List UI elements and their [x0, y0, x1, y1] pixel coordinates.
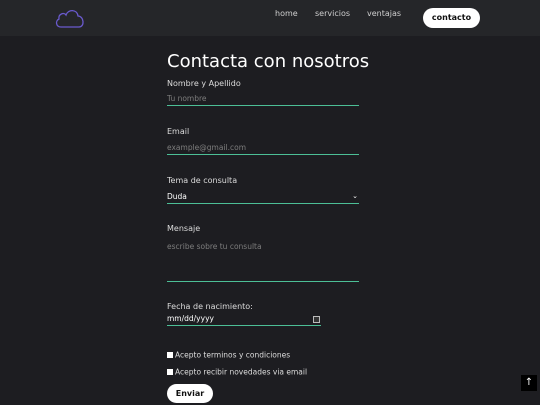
- email-input[interactable]: example@gmail.com: [167, 143, 359, 155]
- terms-checkbox[interactable]: [167, 352, 173, 358]
- calendar-icon[interactable]: [313, 316, 320, 323]
- message-label: Mensaje: [167, 224, 201, 233]
- name-label: Nombre y Apellido: [167, 79, 241, 88]
- cloud-icon[interactable]: [54, 7, 86, 29]
- birthdate-label: Fecha de nacimiento:: [167, 302, 253, 311]
- newsletter-checkbox-row[interactable]: Acepto recibir novedades via email: [167, 367, 307, 377]
- topic-selected-value: Duda: [167, 192, 187, 201]
- terms-checkbox-row[interactable]: Acepto terminos y condiciones: [167, 350, 290, 360]
- arrow-up-icon[interactable]: ↑: [521, 375, 537, 391]
- terms-label: Acepto terminos y condiciones: [175, 350, 291, 360]
- chevron-down-icon: ⌄: [352, 192, 358, 200]
- topic-label: Tema de consulta: [167, 176, 238, 185]
- navbar: home servicios ventajas contacto: [0, 0, 540, 36]
- email-label: Email: [167, 127, 190, 136]
- submit-button[interactable]: Enviar: [167, 384, 213, 403]
- page-title: Contacta con nosotros: [167, 51, 370, 72]
- newsletter-checkbox[interactable]: [167, 369, 173, 375]
- contacto-button[interactable]: contacto: [423, 8, 480, 28]
- nav-link-ventajas[interactable]: ventajas: [367, 9, 401, 18]
- nav-link-servicios[interactable]: servicios: [315, 9, 350, 18]
- message-textarea[interactable]: escribe sobre tu consulta: [167, 242, 359, 282]
- birthdate-input[interactable]: mm/dd/yyyy: [167, 314, 321, 326]
- nav-link-home[interactable]: home: [275, 9, 298, 18]
- topic-select[interactable]: Duda ⌄: [167, 192, 359, 204]
- name-input[interactable]: Tu nombre: [167, 94, 359, 106]
- newsletter-label: Acepto recibir novedades via email: [175, 367, 308, 377]
